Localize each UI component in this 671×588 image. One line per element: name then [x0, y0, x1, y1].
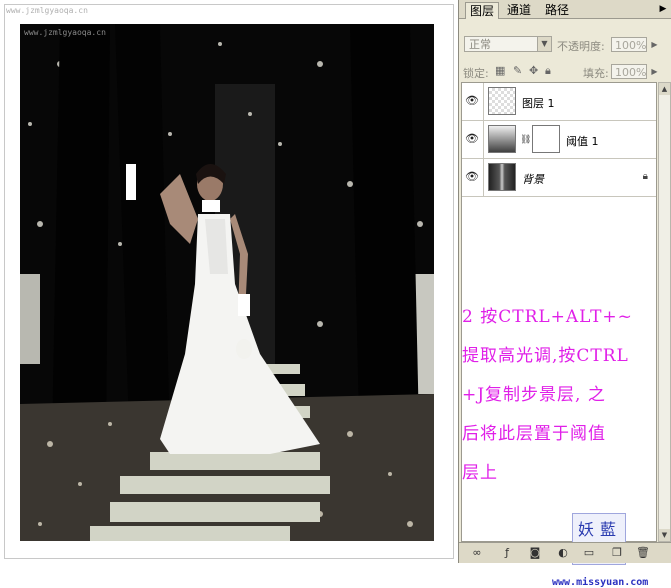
document-photo[interactable] — [20, 24, 434, 541]
layers-scrollbar[interactable]: ▲ ▼ — [658, 82, 671, 542]
lock-transparent-icon[interactable]: ▦ — [495, 64, 505, 77]
link-icon[interactable]: ∞ — [469, 546, 485, 560]
blend-mode-select[interactable]: 正常 ▼ — [464, 36, 552, 52]
new-layer-icon[interactable]: ❐ — [609, 546, 625, 560]
layers-panel: 图层 通道 路径 ▶ 正常 ▼ 不透明度: 100% ▶ 锁定: ▦ ✎ ✥ 🔒… — [458, 0, 671, 588]
scroll-down-icon[interactable]: ▼ — [659, 529, 670, 541]
row-separator — [483, 121, 484, 158]
row-separator — [483, 159, 484, 196]
lock-brush-icon[interactable]: ✎ — [513, 64, 522, 77]
layers-footer: ∞ ƒ ◙ ◐ ▭ ❐ 🗑︎ — [459, 542, 671, 563]
inner-watermark: www.jzmlgyaoqa.cn — [24, 28, 106, 37]
panel-menu-icon[interactable]: ▶ — [657, 4, 669, 14]
layer-thumbnail — [488, 87, 516, 115]
layer-name[interactable]: 阈值 1 — [566, 133, 599, 149]
outer-watermark: www.jzmlgyaoqa.cn — [6, 6, 88, 15]
fill-arrow-icon[interactable]: ▶ — [649, 64, 660, 79]
layers-list: 👁︎ 图层 1 👁︎ ⛓︎ 阈值 1 👁︎ 背景 🔒︎ 2 按CTRL+ALT+… — [461, 82, 658, 588]
fill-label: 填充: — [583, 67, 609, 80]
mask-icon[interactable]: ◙ — [527, 546, 543, 560]
eye-icon[interactable]: 👁︎ — [465, 132, 479, 146]
link-chain-icon[interactable]: ⛓︎ — [520, 135, 531, 145]
tab-layers[interactable]: 图层 — [465, 2, 500, 19]
tutorial-text: 2 按CTRL+ALT+~ 提取高光调,按CTRL +J复制步景层, 之 后将此… — [462, 298, 658, 493]
tutorial-line: +J复制步景层, 之 — [462, 385, 606, 405]
opacity-field[interactable]: 100% — [611, 37, 647, 52]
chevron-down-icon: ▼ — [537, 37, 551, 51]
blend-mode-value: 正常 — [469, 38, 491, 51]
bride-photo-image — [20, 24, 434, 541]
site-url: www.missyuan.com — [552, 577, 649, 588]
lock-all-icon[interactable]: 🔒︎ — [545, 64, 551, 78]
panel-tabs: 图层 通道 路径 ▶ — [459, 0, 671, 19]
fx-icon[interactable]: ƒ — [499, 546, 515, 560]
lock-move-icon[interactable]: ✥ — [529, 64, 538, 77]
adjustment-thumbnail — [488, 125, 516, 153]
eye-icon[interactable]: 👁︎ — [465, 170, 479, 184]
adjustment-icon[interactable]: ◐ — [555, 546, 571, 560]
layer-row-layer1[interactable]: 👁︎ 图层 1 — [462, 83, 656, 121]
background-thumbnail — [488, 163, 516, 191]
tutorial-line: 提取高光调,按CTRL — [462, 346, 629, 366]
layer-row-background[interactable]: 👁︎ 背景 🔒︎ — [462, 159, 656, 197]
fill-field[interactable]: 100% — [611, 64, 647, 79]
tutorial-line: 后将此层置于阈值 — [462, 424, 606, 444]
opacity-label: 不透明度: — [557, 40, 605, 53]
folder-icon[interactable]: ▭ — [581, 546, 597, 560]
stamp-char: 藍 — [600, 520, 617, 539]
layer-row-threshold[interactable]: 👁︎ ⛓︎ 阈值 1 — [462, 121, 656, 159]
opacity-arrow-icon[interactable]: ▶ — [649, 37, 660, 52]
layer-name[interactable]: 背景 — [522, 171, 544, 187]
lock-icon: 🔒︎ — [642, 171, 648, 182]
scroll-up-icon[interactable]: ▲ — [659, 83, 670, 95]
stamp-char: 妖 — [578, 520, 595, 539]
tab-channels[interactable]: 通道 — [503, 2, 535, 18]
tutorial-line: 2 按CTRL+ALT+~ — [462, 307, 633, 327]
mask-thumbnail[interactable] — [532, 125, 560, 153]
layer-name[interactable]: 图层 1 — [522, 95, 555, 111]
row-separator — [483, 83, 484, 120]
document-canvas-area: www.jzmlgyaoqa.cn www.jzmlgyaoqa.cn — [0, 0, 458, 563]
tab-paths[interactable]: 路径 — [541, 2, 573, 18]
lock-label: 锁定: — [463, 67, 489, 80]
eye-icon[interactable]: 👁︎ — [465, 94, 479, 108]
tutorial-line: 层上 — [462, 463, 498, 483]
trash-icon[interactable]: 🗑︎ — [635, 546, 651, 560]
